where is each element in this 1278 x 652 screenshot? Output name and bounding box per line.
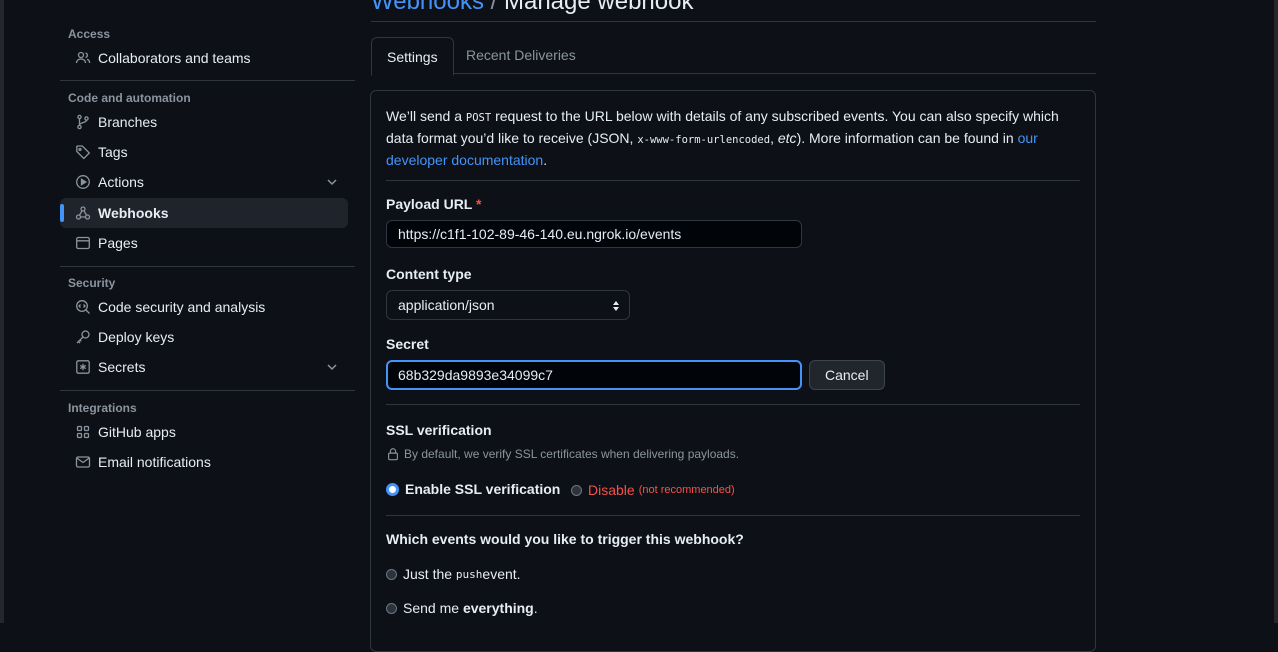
- sidebar-item-label: Tags: [98, 144, 128, 160]
- etc-text: etc: [777, 130, 797, 146]
- intro-text-part: ,: [770, 130, 778, 146]
- tag-icon: [75, 144, 91, 160]
- sidebar-item-code-security[interactable]: Code security and analysis: [60, 292, 348, 322]
- events-everything-text: .: [533, 600, 538, 616]
- webhook-icon: [75, 205, 91, 221]
- sidebar-divider: [60, 390, 355, 391]
- sidebar-item-label: Pages: [98, 235, 138, 251]
- codescan-icon: [75, 299, 91, 315]
- section-integrations: Integrations: [68, 401, 137, 415]
- sidebar-item-label: Actions: [98, 174, 144, 190]
- sidebar-item-label: Collaborators and teams: [98, 50, 251, 66]
- sidebar-item-label: Deploy keys: [98, 329, 175, 345]
- breadcrumb-webhooks-link[interactable]: Webhooks: [371, 0, 484, 15]
- header-divider: [371, 21, 1096, 22]
- ssl-enable-radio[interactable]: [386, 482, 399, 496]
- events-everything-text: Send me: [403, 600, 460, 616]
- webhook-settings-panel: We’ll send a POST request to the URL bel…: [370, 90, 1096, 652]
- events-everything-option[interactable]: Send me everything.: [386, 600, 538, 616]
- content-type-label: Content type: [386, 266, 472, 282]
- payload-url-label: Payload URL *: [386, 196, 481, 212]
- intro-text: We’ll send a POST request to the URL bel…: [386, 106, 1076, 170]
- intro-text-part: .: [543, 152, 548, 168]
- push-code: push: [455, 567, 483, 581]
- secret-label: Secret: [386, 336, 429, 352]
- window-edge-right: [1274, 0, 1278, 623]
- section-code-automation: Code and automation: [68, 91, 191, 105]
- not-recommended-note: (not recommended): [638, 484, 735, 496]
- divider: [386, 404, 1080, 405]
- ssl-note: By default, we verify SSL certificates w…: [386, 447, 739, 461]
- payload-url-input[interactable]: [386, 220, 802, 248]
- branch-icon: [75, 114, 91, 130]
- ssl-title: SSL verification: [386, 422, 492, 438]
- events-push-text: Just the: [403, 566, 453, 582]
- apps-grid-icon: [75, 424, 91, 440]
- sidebar-item-label: Code security and analysis: [98, 299, 266, 315]
- content-type-value: application/json: [398, 297, 495, 313]
- key-icon: [75, 329, 91, 345]
- divider: [386, 180, 1080, 181]
- sidebar-item-actions[interactable]: Actions: [60, 167, 348, 197]
- sidebar-item-deploy-keys[interactable]: Deploy keys: [60, 322, 348, 352]
- payload-url-label-text: Payload URL: [386, 196, 473, 212]
- sidebar-item-label: Secrets: [98, 359, 146, 375]
- ssl-disable-radio[interactable]: [571, 484, 582, 496]
- sidebar-item-email-notifications[interactable]: Email notifications: [60, 447, 348, 477]
- tab-settings[interactable]: Settings: [371, 37, 454, 76]
- lock-icon: [388, 448, 398, 461]
- browser-icon: [75, 235, 91, 251]
- required-mark: *: [476, 196, 482, 212]
- asterisk-box-icon: [75, 359, 91, 375]
- events-question: Which events would you like to trigger t…: [386, 531, 744, 547]
- sidebar-item-label: Branches: [98, 114, 158, 130]
- ssl-note-text: By default, we verify SSL certificates w…: [404, 447, 740, 461]
- chevron-down-icon[interactable]: [324, 359, 340, 375]
- sidebar-divider: [60, 266, 355, 267]
- content-type-select[interactable]: application/json: [386, 290, 630, 320]
- window-edge-left: [0, 0, 4, 623]
- sidebar-item-secrets[interactable]: Secrets: [60, 352, 348, 382]
- sidebar-item-github-apps[interactable]: GitHub apps: [60, 417, 348, 447]
- mail-icon: [75, 454, 91, 470]
- section-security: Security: [68, 276, 116, 290]
- sidebar-item-webhooks[interactable]: Webhooks: [60, 198, 348, 228]
- page-title: Manage webhook: [503, 0, 694, 15]
- sidebar-divider: [60, 80, 355, 81]
- tab-bar: Settings Recent Deliveries: [371, 37, 1096, 76]
- section-access: Access: [68, 27, 111, 41]
- events-everything-radio[interactable]: [386, 602, 397, 614]
- ssl-disable-option[interactable]: Disable (not recommended): [571, 482, 735, 498]
- people-icon: [75, 50, 91, 66]
- divider: [386, 515, 1080, 516]
- sidebar-item-branches[interactable]: Branches: [60, 107, 348, 137]
- breadcrumb-separator: /: [490, 0, 498, 15]
- sidebar-item-collaborators[interactable]: Collaborators and teams: [60, 43, 348, 73]
- play-circle-icon: [75, 174, 91, 190]
- sidebar-item-pages[interactable]: Pages: [60, 228, 348, 258]
- ssl-disable-label: Disable: [588, 482, 635, 498]
- sidebar-item-label: Webhooks: [98, 205, 169, 221]
- everything-emphasis: everything: [462, 600, 534, 616]
- intro-text-part: We’ll send a: [386, 108, 466, 124]
- events-push-text: event.: [482, 566, 521, 582]
- ssl-enable-option[interactable]: Enable SSL verification: [386, 481, 560, 497]
- sidebar-item-label: Email notifications: [98, 454, 211, 470]
- ssl-enable-label: Enable SSL verification: [405, 481, 561, 497]
- tab-recent-deliveries[interactable]: Recent Deliveries: [451, 37, 591, 73]
- sidebar-item-label: GitHub apps: [98, 424, 176, 440]
- secret-input[interactable]: [386, 360, 802, 390]
- sidebar-item-tags[interactable]: Tags: [60, 137, 348, 167]
- post-code: POST: [465, 112, 492, 124]
- cancel-button[interactable]: Cancel: [809, 360, 885, 390]
- breadcrumb: Webhooks / Manage webhook: [371, 0, 693, 16]
- urlencoded-code: x-www-form-urlencoded: [637, 134, 771, 146]
- events-push-option[interactable]: Just the push event.: [386, 566, 521, 582]
- intro-text-part: ). More information can be found in: [796, 130, 1018, 146]
- events-push-radio[interactable]: [386, 568, 397, 580]
- chevron-down-icon[interactable]: [324, 174, 340, 190]
- select-arrows-icon: [613, 301, 619, 311]
